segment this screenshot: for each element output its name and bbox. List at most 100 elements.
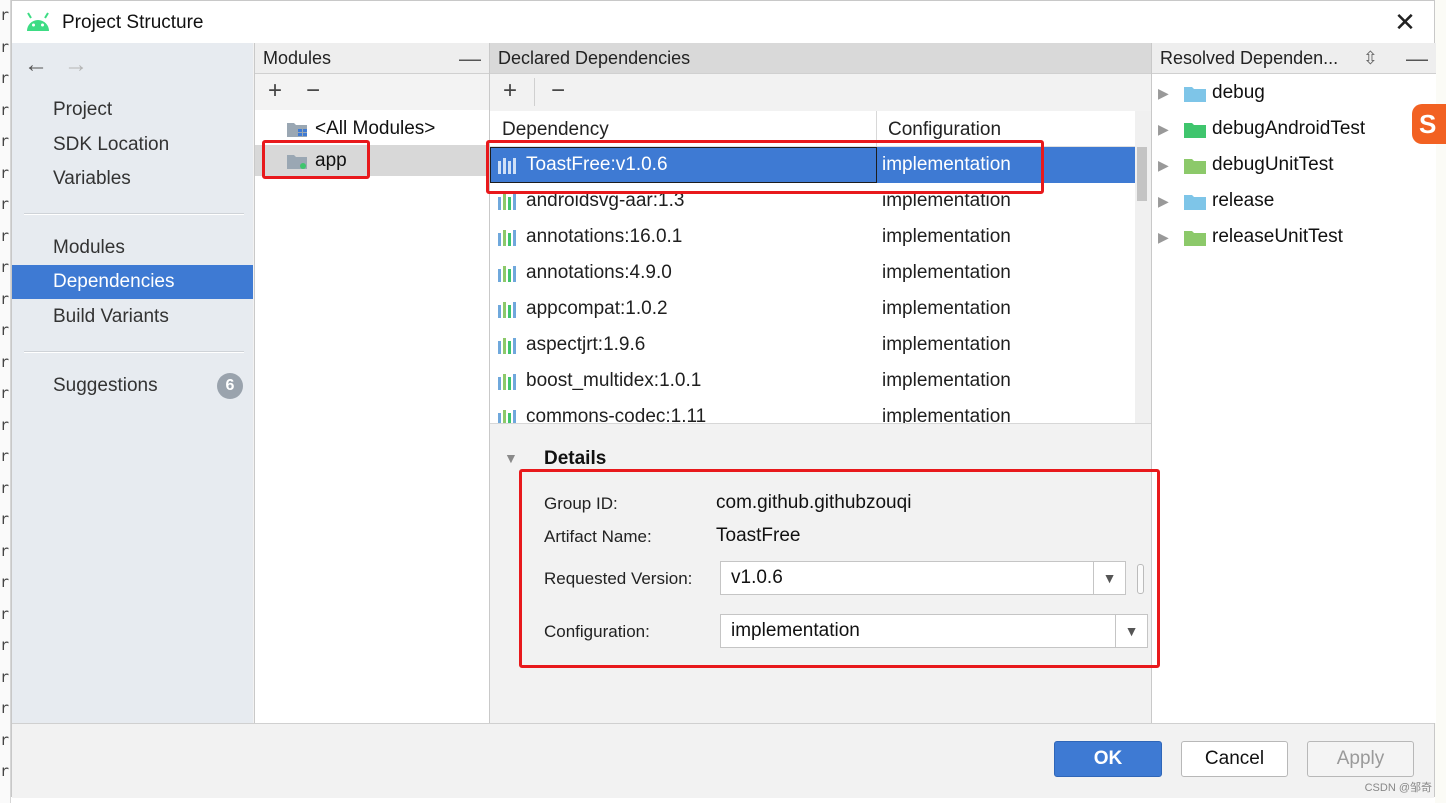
artifact-name-label: Artifact Name: <box>544 527 652 546</box>
library-icon <box>498 374 516 390</box>
scrollbar-thumb[interactable] <box>1137 147 1147 201</box>
gutter-fragment: r <box>0 384 10 402</box>
folder-icon <box>1184 231 1206 246</box>
back-arrow-icon[interactable]: ← <box>24 51 48 79</box>
expand-arrow-icon[interactable]: ▶ <box>1158 183 1169 219</box>
dependencies-table: Dependency Configuration ToastFree:v1.0.… <box>490 111 1135 423</box>
dependency-row[interactable]: annotations:16.0.1 implementation <box>490 219 1135 255</box>
minimize-panel-button[interactable]: — <box>1406 43 1428 74</box>
gutter-fragment: r <box>0 195 10 213</box>
expand-arrow-icon[interactable]: ▶ <box>1158 75 1169 111</box>
gutter-fragment: r <box>0 321 10 339</box>
gutter-fragment: r <box>0 415 10 434</box>
apply-button[interactable]: Apply <box>1307 741 1414 777</box>
dependency-row[interactable]: annotations:4.9.0 implementation <box>490 255 1135 291</box>
expand-arrow-icon[interactable]: ▶ <box>1158 219 1169 255</box>
details-panel: ▼ Details Group ID: com.github.githubzou… <box>490 423 1151 723</box>
module-item-all[interactable]: <All Modules> <box>255 113 489 144</box>
dependency-row[interactable]: commons-codec:1.11 implementation <box>490 399 1135 423</box>
column-header-configuration[interactable]: Configuration <box>888 119 1001 141</box>
ok-button[interactable]: OK <box>1054 741 1162 777</box>
module-item-label: app <box>315 150 347 171</box>
resolved-tree-item[interactable]: ▶ debugUnitTest <box>1152 147 1436 183</box>
requested-version-combo[interactable]: v1.0.6 ▼ <box>720 561 1126 595</box>
details-title: Details <box>544 448 607 469</box>
dependency-row[interactable]: appcompat:1.0.2 implementation <box>490 291 1135 327</box>
resolved-item-label: debugAndroidTest <box>1212 118 1366 139</box>
sidebar-item-sdk-location[interactable]: SDK Location <box>12 128 253 162</box>
details-scroll-handle[interactable] <box>1137 564 1144 594</box>
module-item-label: <All Modules> <box>315 118 436 139</box>
close-button[interactable]: ✕ <box>1390 7 1420 37</box>
gutter-fragment: r <box>0 37 10 56</box>
requested-version-value: v1.0.6 <box>731 567 783 588</box>
resolved-item-label: debug <box>1212 82 1265 103</box>
column-divider[interactable] <box>876 111 877 147</box>
dependency-name: commons-codec:1.11 <box>526 406 707 423</box>
add-module-button[interactable]: + <box>261 77 289 105</box>
configuration-combo[interactable]: implementation ▼ <box>720 614 1148 648</box>
collapse-all-icon[interactable]: ⇳ <box>1363 43 1378 74</box>
window-title: Project Structure <box>62 12 204 33</box>
collapse-triangle-icon[interactable]: ▼ <box>504 450 518 466</box>
library-icon <box>498 194 516 210</box>
add-dependency-button[interactable]: + <box>496 77 524 105</box>
dependency-name: appcompat:1.0.2 <box>526 298 668 319</box>
dependency-configuration: implementation <box>882 262 1011 283</box>
forward-arrow-icon[interactable]: → <box>64 51 88 79</box>
sidebar-item-dependencies[interactable]: Dependencies <box>12 265 253 299</box>
module-group-icon <box>287 123 307 137</box>
column-header-dependency[interactable]: Dependency <box>502 119 609 141</box>
background-editor-gutter: rrrrrrrrrrrrrrrrrrrrrrrrr <box>0 0 11 803</box>
sidebar-item-project[interactable]: Project <box>12 93 253 127</box>
modules-toolbar: + − <box>255 74 489 110</box>
toolbar-divider <box>534 78 535 106</box>
library-icon <box>498 266 516 282</box>
gutter-fragment: r <box>0 636 10 654</box>
expand-arrow-icon[interactable]: ▶ <box>1158 147 1169 183</box>
remove-dependency-button[interactable]: − <box>544 77 572 105</box>
app-module-icon <box>287 155 307 169</box>
dependency-name: annotations:16.0.1 <box>526 226 683 247</box>
expand-arrow-icon[interactable]: ▶ <box>1158 111 1169 147</box>
dependency-configuration: implementation <box>882 226 1011 247</box>
resolved-header-label: Resolved Dependen... <box>1160 48 1339 68</box>
chevron-down-icon[interactable]: ▼ <box>1115 615 1147 647</box>
library-icon <box>498 302 516 318</box>
suggestions-count-badge: 6 <box>217 373 243 399</box>
dependency-row[interactable]: ToastFree:v1.0.6 implementation <box>490 147 1135 183</box>
cancel-button[interactable]: Cancel <box>1181 741 1288 777</box>
resolved-tree-item[interactable]: ▶ releaseUnitTest <box>1152 219 1436 255</box>
sidebar-item-variables[interactable]: Variables <box>12 162 253 196</box>
folder-icon <box>1184 195 1206 210</box>
dependencies-scrollbar[interactable] <box>1135 111 1151 423</box>
dialog-button-bar: OK Cancel Apply <box>12 723 1434 798</box>
sidebar-item-modules[interactable]: Modules <box>12 231 253 265</box>
configuration-value: implementation <box>731 620 860 641</box>
table-header: Dependency Configuration <box>490 111 1135 147</box>
dependency-row[interactable]: boost_multidex:1.0.1 implementation <box>490 363 1135 399</box>
dependency-configuration: implementation <box>882 298 1011 319</box>
resolved-tree-item[interactable]: ▶ debug <box>1152 75 1436 111</box>
dependency-configuration: implementation <box>882 190 1011 211</box>
dependency-row[interactable]: aspectjrt:1.9.6 implementation <box>490 327 1135 363</box>
input-method-icon[interactable]: S <box>1412 104 1446 144</box>
declared-dependencies-panel: Declared Dependencies + − Dependency Con… <box>490 43 1151 723</box>
resolved-tree-item[interactable]: ▶ release <box>1152 183 1436 219</box>
gutter-fragment: r <box>0 132 10 150</box>
library-icon <box>498 410 516 423</box>
minimize-panel-button[interactable]: — <box>459 43 481 74</box>
gutter-fragment: r <box>0 163 10 182</box>
remove-module-button[interactable]: − <box>299 77 327 105</box>
sidebar-item-build-variants[interactable]: Build Variants <box>12 300 253 334</box>
gutter-fragment: r <box>0 447 10 465</box>
gutter-fragment: r <box>0 100 10 119</box>
resolved-tree-item[interactable]: ▶ debugAndroidTest <box>1152 111 1436 147</box>
module-item-app[interactable]: app <box>255 145 489 176</box>
dependency-row[interactable]: androidsvg-aar:1.3 implementation <box>490 183 1135 219</box>
chevron-down-icon[interactable]: ▼ <box>1093 562 1125 594</box>
sidebar-divider <box>24 213 244 215</box>
gutter-fragment: r <box>0 352 10 371</box>
dependency-configuration: implementation <box>882 370 1011 391</box>
modules-panel: Modules — + − <All Modules> app <box>254 43 490 723</box>
